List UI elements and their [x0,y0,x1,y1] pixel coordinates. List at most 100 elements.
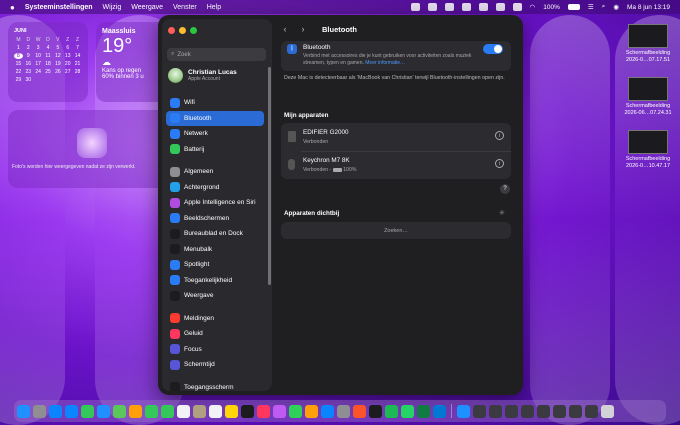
calendar-day[interactable]: 8 [14,53,23,59]
desktop-file[interactable]: Schermafbeelding 2026-0…10.47.17 [622,130,674,169]
more-info-link[interactable]: Meer informatie… [365,60,405,66]
dock-notities[interactable] [225,404,238,418]
dock-whatsapp[interactable] [401,404,414,418]
calendar-day[interactable]: 10 [34,53,43,59]
dock-pages[interactable] [305,404,318,418]
calendar-day[interactable]: 29 [14,77,23,83]
dock-muziek[interactable] [257,404,270,418]
close-button[interactable] [168,27,175,34]
dock-mail[interactable] [97,404,110,418]
device-row[interactable]: Keychron M7 8K Verbonden - 100% i [281,151,511,179]
dock-foto-s[interactable] [129,404,142,418]
search-icon[interactable]: ⌕ [602,3,606,11]
calendar-day[interactable]: 27 [63,69,72,75]
status-item-icon[interactable] [410,3,420,11]
menu-help[interactable]: Help [207,4,221,11]
calendar-day[interactable]: 22 [14,69,23,75]
dock-screenshot-5[interactable] [537,404,550,418]
search-input[interactable]: ⌕ Zoek [167,48,266,61]
sidebar-item-achtergrond[interactable]: Achtergrond [166,180,264,196]
dock-chatgpt[interactable] [369,404,382,418]
sidebar-item-menubalk[interactable]: Menubalk [166,242,264,258]
forward-button[interactable]: › [296,22,310,36]
dock-screenshot-4[interactable] [521,404,534,418]
calendar-day[interactable]: 5 [53,45,62,51]
zoom-button[interactable] [190,27,197,34]
dock-finder[interactable] [17,404,30,418]
sidebar-item-netwerk[interactable]: Netwerk [166,126,264,142]
calendar-day[interactable]: 4 [44,45,53,51]
back-button[interactable]: ‹ [278,22,292,36]
calendar-day[interactable]: 17 [34,61,43,67]
dock-spotify[interactable] [385,404,398,418]
status-item-icon[interactable] [444,3,454,11]
calendar-day[interactable]: 14 [73,53,82,59]
dock-contacten[interactable] [193,404,206,418]
dock-berichten[interactable] [81,404,94,418]
dock-systeeminstellingen[interactable] [337,404,350,418]
sidebar-item-bureaublad-en-dock[interactable]: Bureaublad en Dock [166,226,264,242]
calendar-day[interactable]: 18 [44,61,53,67]
sidebar-item-toegangsscherm[interactable]: Toegangsscherm [166,380,264,391]
status-item-icon[interactable] [478,3,488,11]
menu-venster[interactable]: Venster [173,4,197,11]
calendar-day[interactable]: 9 [24,53,33,59]
dock-screenshot-3[interactable] [505,404,518,418]
sidebar-item-beeldschermen[interactable]: Beeldschermen [166,211,264,227]
dock-safari[interactable] [65,404,78,418]
dock-telefoon[interactable] [161,404,174,418]
calendar-day[interactable]: 3 [34,45,43,51]
sidebar-item-batterij[interactable]: Batterij [166,142,264,158]
sidebar-scrollbar[interactable] [268,67,271,285]
dock-brave[interactable] [353,404,366,418]
calendar-day[interactable]: 2 [24,45,33,51]
dock-herinneringen[interactable] [209,404,222,418]
desktop-file[interactable]: Schermafbeelding 2026-06…07.24.31 [622,77,674,116]
photos-widget[interactable]: Foto's worden hier weergegeven nadat ze … [8,110,176,188]
dock-screenshot-8[interactable] [585,404,598,418]
calendar-day[interactable]: 30 [24,77,33,83]
menu-app-name[interactable]: Systeeminstellingen [25,4,93,11]
calendar-day[interactable]: 6 [63,45,72,51]
device-row[interactable]: EDIFIER G2000 Verbonden i [281,123,511,152]
clock[interactable]: Ma 8 jun 13:19 [627,4,670,11]
battery-icon[interactable] [567,4,580,10]
status-item-icon[interactable] [512,3,522,11]
dock-screenshot-2[interactable] [489,404,502,418]
sidebar-item-spotlight[interactable]: Spotlight [166,257,264,273]
dock-outlook[interactable] [433,404,446,418]
sidebar-item-focus[interactable]: Focus [166,342,264,358]
sidebar-item-meldingen[interactable]: Meldingen [166,311,264,327]
apple-icon[interactable]: ● [10,3,15,12]
apple-account[interactable]: Christian Lucas Apple Account [168,68,237,83]
dock-apple-tv[interactable] [241,404,254,418]
dock-screenshot-7[interactable] [569,404,582,418]
dock-trash[interactable] [601,404,614,418]
control-center-icon[interactable]: ☰ [588,3,594,11]
status-item-icon[interactable] [461,3,471,11]
menu-wijzig[interactable]: Wijzig [103,4,122,11]
dock-kaarten[interactable] [113,404,126,418]
menu-weergave[interactable]: Weergave [131,4,163,11]
bluetooth-toggle[interactable] [483,44,503,54]
calendar-day[interactable]: 26 [53,69,62,75]
calendar-day[interactable]: 15 [14,61,23,67]
calendar-day[interactable]: 25 [44,69,53,75]
calendar-day[interactable]: 20 [63,61,72,67]
calendar-day[interactable]: 12 [53,53,62,59]
calendar-day[interactable]: 7 [73,45,82,51]
wifi-icon[interactable]: ◠ [530,3,536,11]
sidebar-item-wifi[interactable]: Wifi [166,95,264,111]
siri-icon[interactable]: ◉ [613,3,619,11]
sidebar-item-bluetooth[interactable]: Bluetooth [166,110,264,126]
sidebar-item-schermtijd[interactable]: Schermtijd [166,357,264,373]
calendar-day[interactable]: 19 [53,61,62,67]
calendar-widget[interactable]: JUNI M D W D V Z Z 1 2 3 4 5 6 7 8 9 10 11 12 13 14 15 16 17 18 1… [8,22,88,102]
dock-podcasts[interactable] [273,404,286,418]
sidebar-item-toegankelijkheid[interactable]: Toegankelijkheid [166,273,264,289]
dock-screenshot-6[interactable] [553,404,566,418]
calendar-day[interactable]: 16 [24,61,33,67]
calendar-day[interactable]: 28 [73,69,82,75]
dock-keynote[interactable] [321,404,334,418]
calendar-day[interactable]: 1 [14,45,23,51]
